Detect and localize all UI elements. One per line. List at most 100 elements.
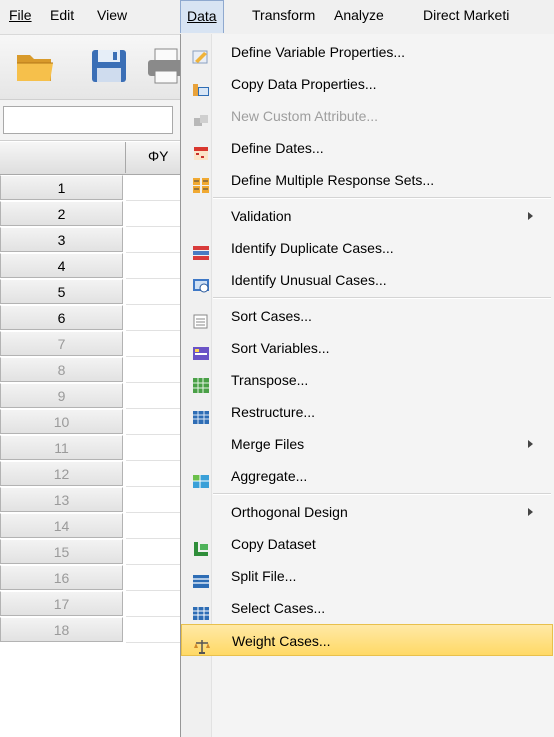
data-cell[interactable]: [126, 331, 187, 357]
data-cell[interactable]: [126, 435, 187, 461]
row-number[interactable]: 16: [0, 565, 123, 590]
copy-dataset-icon: [192, 536, 210, 556]
menu-item-define-multiple-response-sets[interactable]: Define Multiple Response Sets...: [181, 164, 553, 196]
row-number[interactable]: 13: [0, 487, 123, 512]
menu-view-label: View: [97, 7, 128, 23]
menu-transform-label: Transform: [252, 7, 316, 23]
data-cell[interactable]: [126, 409, 187, 435]
submenu-arrow-icon: [528, 508, 533, 516]
data-cell[interactable]: [126, 565, 187, 591]
split-file-icon: [192, 568, 210, 588]
row-number[interactable]: 6: [0, 305, 123, 330]
menu-item-restructure[interactable]: Restructure...: [181, 396, 553, 428]
data-cell[interactable]: [126, 461, 187, 487]
data-cell[interactable]: [126, 539, 187, 565]
menu-item-sort-cases[interactable]: Sort Cases...: [181, 300, 553, 332]
select-cases-icon: [192, 600, 210, 620]
menu-item-label: Copy Dataset: [231, 536, 316, 552]
data-cell[interactable]: [126, 279, 187, 305]
row-number[interactable]: 2: [0, 201, 123, 226]
sort-cases-icon: [192, 308, 210, 329]
menu-separator: [213, 297, 551, 299]
menu-item-label: Restructure...: [231, 404, 316, 420]
data-cell[interactable]: [126, 227, 187, 253]
menu-item-label: Weight Cases...: [232, 633, 331, 649]
data-cell[interactable]: [126, 513, 187, 539]
menu-edit[interactable]: Edit: [44, 0, 80, 30]
menu-analyze[interactable]: Analyze: [328, 0, 390, 30]
menu-item-validation[interactable]: Validation: [181, 200, 553, 232]
menu-item-split-file[interactable]: Split File...: [181, 560, 553, 592]
menu-direct-marketing[interactable]: Direct Marketi: [417, 0, 515, 30]
menu-file[interactable]: File: [3, 0, 38, 30]
submenu-arrow-icon: [528, 440, 533, 448]
menu-transform[interactable]: Transform: [246, 0, 321, 30]
row-number[interactable]: 5: [0, 279, 123, 304]
transpose-icon: [192, 372, 210, 393]
data-cell[interactable]: [126, 383, 187, 409]
menu-item-label: Define Dates...: [231, 140, 324, 156]
row-number[interactable]: 3: [0, 227, 123, 252]
menu-item-copy-data-properties[interactable]: Copy Data Properties...: [181, 68, 553, 100]
data-cell[interactable]: [126, 487, 187, 513]
menu-separator: [213, 493, 551, 495]
menu-item-define-variable-properties[interactable]: Define Variable Properties...: [181, 36, 553, 68]
menu-edit-label: Edit: [50, 7, 75, 23]
menu-item-copy-dataset[interactable]: Copy Dataset: [181, 528, 553, 560]
menu-data[interactable]: Data: [180, 0, 224, 33]
row-number[interactable]: 9: [0, 383, 123, 408]
data-cell[interactable]: [126, 357, 187, 383]
grid-corner-cell[interactable]: [0, 142, 126, 173]
row-number[interactable]: 14: [0, 513, 123, 538]
menu-item-label: Select Cases...: [231, 600, 326, 616]
unusual-cases-icon: [192, 272, 210, 293]
aggregate-icon: [192, 468, 210, 488]
open-folder-button[interactable]: [14, 45, 56, 87]
row-number[interactable]: 10: [0, 409, 123, 434]
menu-file-label: File: [9, 7, 32, 23]
menu-item-sort-variables[interactable]: Sort Variables...: [181, 332, 553, 364]
menu-view[interactable]: View: [91, 0, 133, 30]
menu-item-identify-duplicate-cases[interactable]: Identify Duplicate Cases...: [181, 232, 553, 264]
menu-item-orthogonal-design[interactable]: Orthogonal Design: [181, 496, 553, 528]
restructure-icon: [192, 404, 210, 424]
data-cell[interactable]: [126, 253, 187, 279]
menu-direct-marketing-label: Direct Marketi: [423, 7, 510, 23]
print-button[interactable]: [145, 45, 180, 87]
row-number[interactable]: 11: [0, 435, 123, 460]
menu-item-select-cases[interactable]: Select Cases...: [181, 592, 553, 624]
row-number[interactable]: 17: [0, 591, 123, 616]
data-cell[interactable]: [126, 201, 187, 227]
row-number[interactable]: 12: [0, 461, 123, 486]
row-number[interactable]: 18: [0, 617, 123, 642]
menu-item-transpose[interactable]: Transpose...: [181, 364, 553, 396]
column-header-label[interactable]: ΦY: [148, 148, 169, 164]
copy-data-properties-icon: [192, 76, 210, 96]
menu-item-aggregate[interactable]: Aggregate...: [181, 460, 553, 492]
menu-item-new-custom-attribute: New Custom Attribute...: [181, 100, 553, 132]
menu-item-merge-files[interactable]: Merge Files: [181, 428, 553, 460]
data-cell[interactable]: [126, 617, 187, 643]
print-icon: [148, 48, 180, 84]
row-number[interactable]: 15: [0, 539, 123, 564]
row-number[interactable]: 4: [0, 253, 123, 278]
row-number[interactable]: 8: [0, 357, 123, 382]
row-number[interactable]: 7: [0, 331, 123, 356]
define-variable-properties-icon: [192, 44, 210, 64]
data-cell[interactable]: [126, 305, 187, 331]
calendar-icon: [192, 140, 210, 160]
multiple-response-icon: [192, 172, 210, 193]
save-button[interactable]: [88, 45, 130, 87]
menu-item-label: Define Variable Properties...: [231, 44, 406, 60]
row-number[interactable]: 1: [0, 175, 123, 200]
data-cell[interactable]: [126, 591, 187, 617]
weight-cases-icon: [193, 633, 211, 654]
menu-item-label: Validation: [231, 208, 292, 224]
data-cell[interactable]: [126, 175, 187, 201]
open-folder-icon: [17, 55, 53, 81]
save-icon: [92, 50, 126, 82]
menu-item-identify-unusual-cases[interactable]: Identify Unusual Cases...: [181, 264, 553, 296]
menu-item-weight-cases[interactable]: Weight Cases...: [181, 624, 553, 656]
cell-name-box[interactable]: [3, 106, 173, 134]
menu-item-define-dates[interactable]: Define Dates...: [181, 132, 553, 164]
